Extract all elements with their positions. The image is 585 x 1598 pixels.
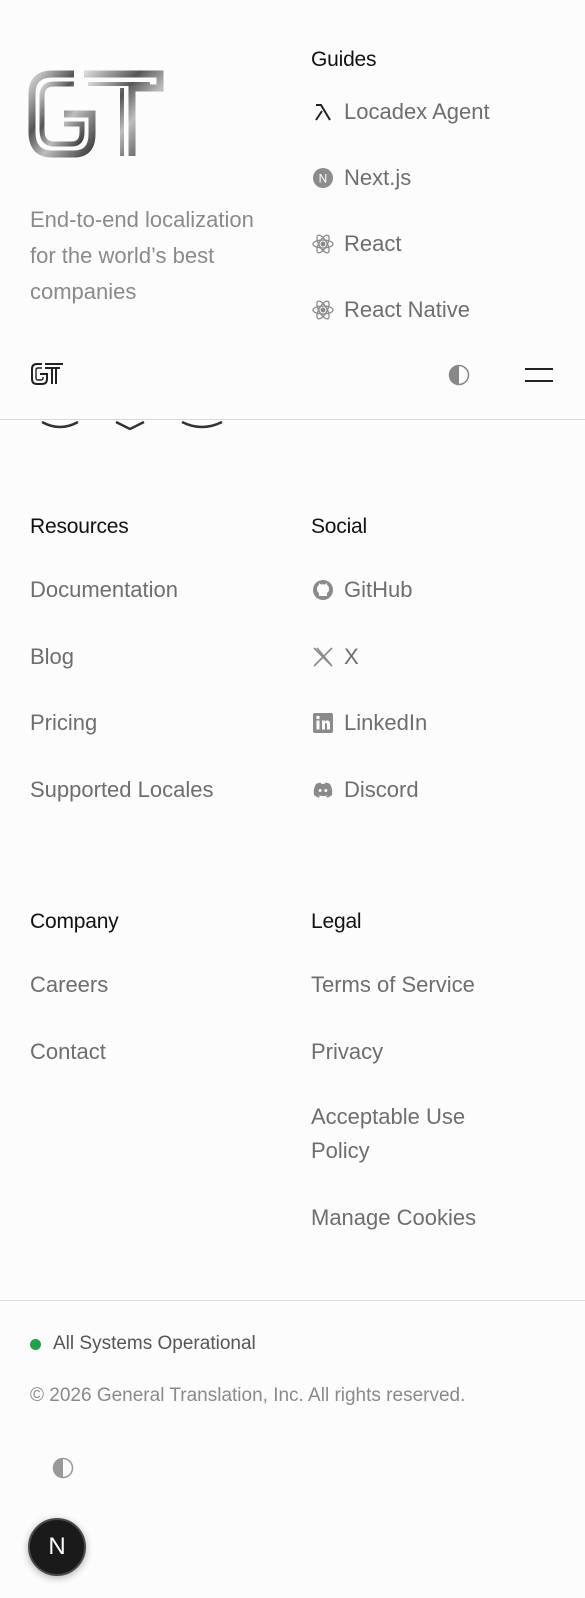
company-link-careers[interactable]: Careers — [30, 968, 108, 1002]
linkedin-icon — [311, 712, 334, 735]
guide-link-nextjs[interactable]: N Next.js — [311, 161, 411, 195]
status-indicator-dot — [30, 1338, 41, 1350]
guide-link-locadex[interactable]: Locadex Agent — [311, 95, 490, 129]
social-label: LinkedIn — [344, 710, 428, 735]
discord-icon — [311, 779, 334, 802]
legal-link-manage-cookies[interactable]: Manage Cookies — [311, 1201, 476, 1235]
social-label: X — [344, 644, 359, 669]
social-heading: Social — [311, 515, 367, 538]
guide-link-react[interactable]: React — [311, 227, 401, 261]
x-icon — [311, 646, 334, 669]
guides-heading: Guides — [311, 48, 377, 71]
guide-label: Locadex Agent — [344, 99, 490, 124]
gt-logo-large — [28, 70, 164, 158]
resources-link-documentation[interactable]: Documentation — [30, 573, 178, 607]
footer-divider — [0, 1300, 585, 1301]
legal-link-acceptable-use[interactable]: Acceptable Use Policy — [311, 1100, 511, 1168]
legal-link-terms[interactable]: Terms of Service — [311, 968, 475, 1002]
system-status-link[interactable]: All Systems Operational — [30, 1333, 256, 1355]
svg-text:N: N — [318, 172, 327, 186]
theme-toggle-icon[interactable] — [52, 1457, 74, 1479]
nextjs-icon: N — [311, 167, 334, 190]
social-link-x[interactable]: X — [311, 640, 359, 674]
social-link-linkedin[interactable]: LinkedIn — [311, 706, 427, 740]
nextjs-dev-badge[interactable]: N — [28, 1518, 86, 1576]
resources-link-blog[interactable]: Blog — [30, 640, 74, 674]
guide-label: React — [344, 231, 402, 256]
company-link-contact[interactable]: Contact — [30, 1035, 106, 1069]
react-icon — [311, 299, 334, 322]
resources-link-pricing[interactable]: Pricing — [30, 706, 97, 740]
status-text: All Systems Operational — [53, 1333, 256, 1354]
legal-heading: Legal — [311, 910, 362, 933]
theme-toggle-icon[interactable] — [448, 364, 470, 386]
social-link-github[interactable]: GitHub — [311, 573, 412, 607]
resources-link-supported-locales[interactable]: Supported Locales — [30, 773, 213, 807]
social-link-discord[interactable]: Discord — [311, 773, 419, 807]
guide-label: Next.js — [344, 165, 412, 190]
top-nav-bar — [0, 332, 585, 420]
resources-heading: Resources — [30, 515, 129, 538]
guide-label: React Native — [344, 297, 470, 322]
guide-link-react-native[interactable]: React Native — [311, 293, 470, 327]
tagline: End-to-end localization for the world’s … — [30, 207, 254, 304]
hamburger-menu-icon[interactable] — [525, 368, 553, 384]
react-icon — [311, 233, 334, 256]
nextjs-badge-letter: N — [48, 1533, 66, 1560]
legal-link-privacy[interactable]: Privacy — [311, 1035, 383, 1069]
social-label: GitHub — [344, 577, 413, 602]
company-heading: Company — [30, 910, 119, 933]
lambda-icon — [311, 101, 334, 124]
gt-logo-small[interactable] — [30, 362, 64, 386]
compliance-badges — [41, 420, 223, 430]
copyright-text: © 2026 General Translation, Inc. All rig… — [30, 1385, 466, 1406]
github-icon — [311, 579, 334, 602]
social-label: Discord — [344, 777, 419, 802]
